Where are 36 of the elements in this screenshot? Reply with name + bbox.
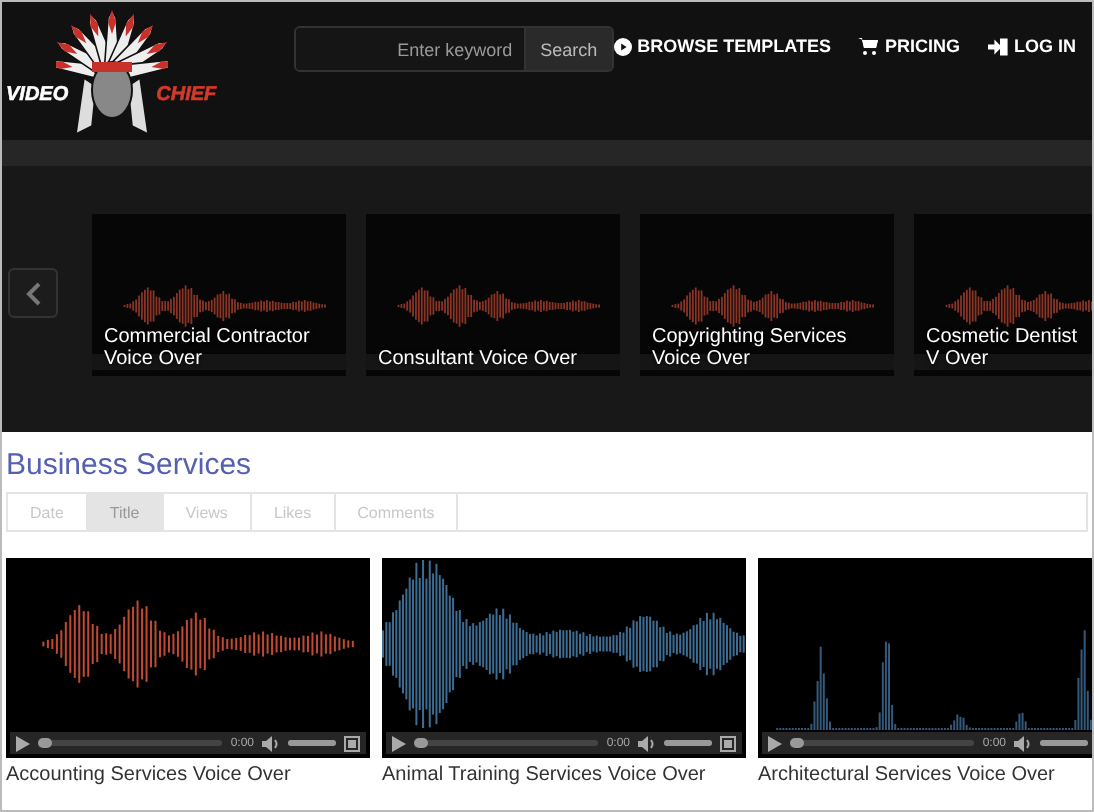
chevron-left-icon: [25, 281, 41, 305]
video-title: Cosmetic Dentist V Over: [926, 326, 1080, 370]
volume-slider-fill[interactable]: [288, 740, 336, 746]
fullscreen-icon[interactable]: [344, 735, 360, 751]
volume-icon[interactable]: [1014, 735, 1032, 751]
previous-button[interactable]: [8, 268, 58, 318]
play-icon[interactable]: [768, 735, 782, 751]
cart-icon: [858, 37, 879, 55]
fullscreen-icon[interactable]: [720, 735, 736, 751]
video-title: Accounting Services Voice Over: [6, 764, 293, 786]
video-thumbnail[interactable]: Cosmetic Dentist V Over: [914, 214, 1092, 376]
video-thumbnail[interactable]: Commercial Contractor Voice Over: [92, 214, 346, 376]
video-title: Copyrighting Services Voice Over: [652, 326, 849, 370]
volume-icon[interactable]: [262, 735, 280, 751]
logo-wordmark: CHIEF: [156, 83, 217, 105]
video-title: Consultant Voice Over: [378, 348, 579, 370]
play-circle-icon: [613, 37, 632, 55]
volume-slider-fill[interactable]: [1040, 740, 1088, 746]
nav-link[interactable]: PRICING: [858, 36, 960, 56]
login-icon: [988, 37, 1008, 55]
video-thumbnail[interactable]: Copyrighting Services Voice Over: [640, 214, 894, 376]
seek-slider-thumb[interactable]: [790, 738, 804, 748]
seek-slider-thumb[interactable]: [38, 738, 52, 748]
volume-slider-fill[interactable]: [664, 740, 712, 746]
play-icon[interactable]: [16, 735, 30, 751]
play-icon[interactable]: [392, 735, 406, 751]
video-thumbnail[interactable]: Consultant Voice Over: [366, 214, 620, 376]
video-title: Commercial Contractor Voice Over: [104, 326, 312, 370]
nav-link[interactable]: BROWSE TEMPLATES: [613, 36, 831, 56]
seek-slider-thumb[interactable]: [414, 738, 428, 748]
video-title: Architectural Services Voice Over: [758, 764, 1057, 786]
nav-link[interactable]: LOG IN: [988, 36, 1076, 56]
volume-icon[interactable]: [638, 735, 656, 751]
video-title: Animal Training Services Voice Over: [382, 764, 708, 786]
logo-wordmark: VIDEO: [6, 83, 69, 105]
section-title: Business Services: [6, 448, 254, 482]
